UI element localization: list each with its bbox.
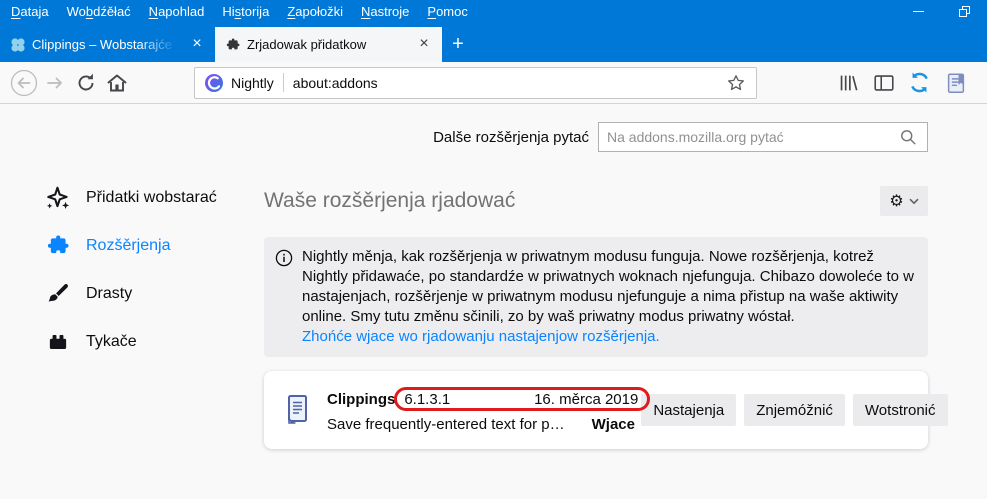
back-icon (10, 69, 37, 96)
search-icon[interactable] (898, 127, 919, 148)
identity-box[interactable]: Nightly (204, 73, 283, 93)
extension-version: 6.1.3.1 (404, 391, 451, 408)
addons-page: Dalše rozšěrjenja pytać Přidatki wobstar… (0, 105, 987, 499)
plugins-icon (45, 329, 71, 355)
sidebar-item-label: Tykače (86, 333, 137, 350)
url-bar[interactable]: Nightly about:addons (194, 66, 757, 99)
extension-subtitle-row: Save frequently-entered text for p… Wjac… (327, 416, 641, 433)
recommendations-icon (45, 185, 71, 211)
menu-history[interactable]: Historija (213, 2, 278, 21)
info-icon (275, 249, 293, 267)
library-icon (840, 75, 857, 90)
tab-bar: Clippings – Wobstarajće sej rozš × Zrjad… (0, 22, 987, 62)
tab-addons-manager[interactable]: Zrjadowak přidatkow × (215, 27, 442, 62)
addons-search-box[interactable] (598, 122, 928, 152)
nightly-logo-icon (205, 73, 223, 92)
bookmark-page-icon (947, 72, 964, 93)
library-button[interactable] (832, 68, 863, 98)
notice-body: Nightly měnja, kak rozšěrjenja w priwatn… (302, 247, 914, 347)
remove-button[interactable]: Wotstronić (852, 394, 948, 426)
toolbar-right (832, 68, 979, 98)
sidebar-item-label: Přidatki wobstarać (86, 189, 217, 206)
addons-content: Waše rozšěrjenja rjadować ⚙ Nightly měnj… (264, 183, 948, 449)
search-label: Dalše rozšěrjenja pytać (433, 128, 589, 146)
new-tab-button[interactable]: + (442, 27, 474, 62)
extension-info: Clippings 6.1.3.1 16. měrca 2019 Save fr… (327, 387, 651, 433)
extension-card-clippings: Clippings 6.1.3.1 16. měrca 2019 Save fr… (264, 371, 948, 449)
sync-icon (911, 72, 928, 93)
sidebars-icon (873, 74, 894, 91)
reload-button[interactable] (70, 68, 101, 98)
url-text: about:addons (292, 74, 378, 91)
restore-icon (959, 6, 970, 17)
search-input[interactable] (607, 129, 898, 145)
sidebar-item-plugins[interactable]: Tykače (0, 318, 264, 366)
clippings-extension-button[interactable] (940, 68, 971, 98)
url-separator (282, 73, 284, 92)
tab-title: Clippings – Wobstarajće sej rozš (32, 37, 181, 52)
more-link[interactable]: Wjace (592, 416, 635, 433)
sync-extension-button[interactable] (904, 68, 935, 98)
disable-button[interactable]: Znjemóžnić (744, 394, 845, 426)
tab-title: Zrjadowak přidatkow (247, 37, 367, 52)
page-title: Waše rozšěrjenja rjadować (264, 189, 516, 212)
bookmark-star-icon[interactable] (725, 72, 747, 94)
home-icon (107, 74, 126, 91)
window-controls (895, 0, 987, 22)
navigation-toolbar: Nightly about:addons (0, 62, 987, 104)
minimize-button[interactable] (895, 0, 941, 22)
gear-icon: ⚙ (889, 191, 904, 210)
menu-file[interactable]: Dataja (2, 2, 58, 21)
tab-close-icon[interactable]: × (414, 35, 434, 55)
sidebar-item-discover[interactable]: Přidatki wobstarać (0, 174, 264, 222)
sidebar-item-label: Rozšěrjenja (86, 237, 171, 254)
identity-label: Nightly (231, 74, 274, 91)
sidebar-item-label: Drasty (86, 285, 133, 302)
clippings-site-icon (11, 37, 25, 52)
extension-name: Clippings (327, 391, 396, 408)
preferences-button[interactable]: Nastajenja (641, 394, 737, 426)
restore-button[interactable] (941, 0, 987, 22)
extension-title-row: Clippings 6.1.3.1 16. měrca 2019 (327, 387, 651, 412)
version-date-box: 6.1.3.1 16. měrca 2019 (394, 387, 651, 411)
extension-buttons: Nastajenja Znjemóžnić Wotstronić (641, 394, 948, 426)
notice-learn-more-link[interactable]: Zhońće wjace wo rjadowanju nastajenjow r… (302, 327, 914, 347)
notice-text: Nightly měnja, kak rozšěrjenja w priwatn… (302, 248, 915, 325)
extensions-puzzle-icon (45, 233, 71, 259)
minimize-icon (912, 10, 924, 12)
sidebar-item-extensions[interactable]: Rozšěrjenja (0, 222, 264, 270)
home-button[interactable] (101, 68, 132, 98)
private-browsing-notice: Nightly měnja, kak rozšěrjenja w priwatn… (264, 237, 928, 357)
menu-bookmarks[interactable]: Zapołožki (278, 2, 352, 21)
menu-view[interactable]: Napohlad (140, 2, 214, 21)
back-button[interactable] (8, 68, 39, 98)
forward-icon (46, 77, 62, 88)
addons-search-row: Dalše rozšěrjenja pytać (433, 122, 928, 152)
menu-tools[interactable]: Nastroje (352, 2, 418, 21)
extension-updated-date: 16. měrca 2019 (534, 391, 639, 408)
puzzle-piece-icon (226, 38, 240, 49)
menu-bar: Dataja Wobdźěłać Napohlad Historija Zapo… (0, 0, 987, 22)
extension-description: Save frequently-entered text for p… (327, 415, 565, 433)
sidebar-item-themes[interactable]: Drasty (0, 270, 264, 318)
tools-for-all-addons-button[interactable]: ⚙ (880, 186, 928, 216)
heading-row: Waše rozšěrjenja rjadować ⚙ (264, 183, 928, 219)
themes-brush-icon (45, 281, 71, 307)
sidebars-button[interactable] (868, 68, 899, 98)
addons-sidebar: Přidatki wobstarać Rozšěrjenja Drasty Ty… (0, 174, 264, 366)
tab-close-icon[interactable]: × (187, 35, 207, 55)
chevron-down-icon (909, 198, 919, 204)
clippings-addon-icon (288, 395, 307, 424)
forward-button[interactable] (39, 68, 70, 98)
tab-clippings-amo[interactable]: Clippings – Wobstarajće sej rozš × (0, 27, 215, 62)
menu-edit[interactable]: Wobdźěłać (58, 2, 140, 21)
reload-icon (78, 73, 93, 90)
menu-help[interactable]: Pomoc (418, 2, 476, 21)
